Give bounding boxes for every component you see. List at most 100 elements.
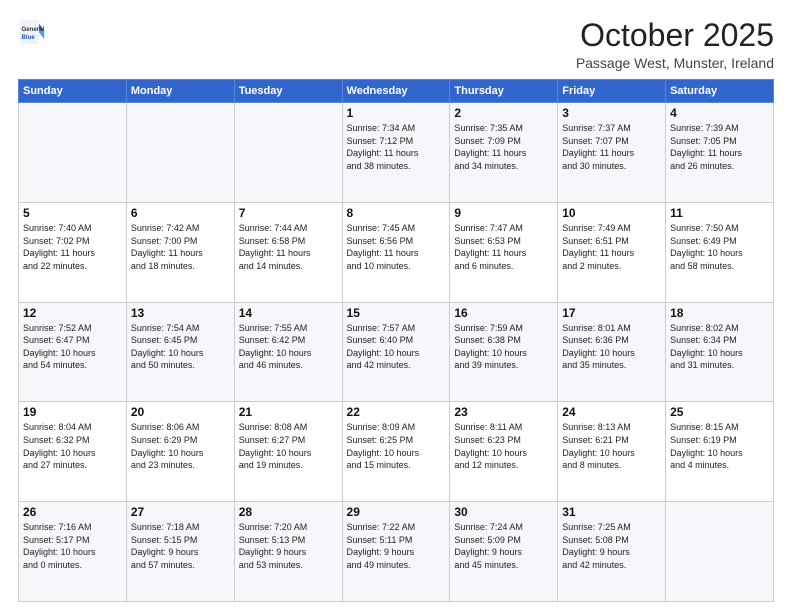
day-number: 31 [562,505,661,519]
day-number: 6 [131,206,230,220]
day-info: Sunrise: 8:04 AM Sunset: 6:32 PM Dayligh… [23,421,122,471]
day-info: Sunrise: 7:59 AM Sunset: 6:38 PM Dayligh… [454,322,553,372]
day-info: Sunrise: 7:25 AM Sunset: 5:08 PM Dayligh… [562,521,661,571]
day-number: 30 [454,505,553,519]
calendar-cell: 23Sunrise: 8:11 AM Sunset: 6:23 PM Dayli… [450,402,558,502]
day-info: Sunrise: 7:34 AM Sunset: 7:12 PM Dayligh… [347,122,446,172]
calendar-cell: 29Sunrise: 7:22 AM Sunset: 5:11 PM Dayli… [342,502,450,602]
svg-text:Blue: Blue [22,34,36,41]
calendar-cell: 20 Sunrise: 8:06 AM Sunset: 6:29 PM Dayli… [126,402,234,502]
day-number: 25 [670,405,769,419]
calendar-cell: 6 Sunrise: 7:42 AM Sunset: 7:00 PM Daylig… [126,202,234,302]
calendar-cell: 17Sunrise: 8:01 AM Sunset: 6:36 PM Dayli… [558,302,666,402]
calendar-cell: 11 Sunrise: 7:50 AM Sunset: 6:49 PM Dayli… [666,202,774,302]
col-header-thursday: Thursday [450,80,558,103]
title-block: October 2025 Passage West, Munster, Irel… [576,18,774,71]
day-number: 4 [670,106,769,120]
day-number: 21 [239,405,338,419]
day-number: 22 [347,405,446,419]
day-info: Sunrise: 8:13 AM Sunset: 6:21 PM Dayligh… [562,421,661,471]
day-info: Sunrise: 7:55 AM Sunset: 6:42 PM Dayligh… [239,322,338,372]
calendar-cell: 2Sunrise: 7:35 AM Sunset: 7:09 PM Daylig… [450,103,558,203]
calendar-cell: 27 Sunrise: 7:18 AM Sunset: 5:15 PM Dayli… [126,502,234,602]
day-info: Sunrise: 7:35 AM Sunset: 7:09 PM Dayligh… [454,122,553,172]
calendar-cell: 4Sunrise: 7:39 AM Sunset: 7:05 PM Daylig… [666,103,774,203]
col-header-sunday: Sunday [19,80,127,103]
day-number: 26 [23,505,122,519]
day-number: 5 [23,206,122,220]
location: Passage West, Munster, Ireland [576,55,774,71]
calendar-cell: 26Sunrise: 7:16 AM Sunset: 5:17 PM Dayli… [19,502,127,602]
day-info: Sunrise: 7:45 AM Sunset: 6:56 PM Dayligh… [347,222,446,272]
header: General Blue October 2025 Passage West, … [18,18,774,71]
day-number: 24 [562,405,661,419]
day-info: Sunrise: 8:06 AM Sunset: 6:29 PM Dayligh… [131,421,230,471]
day-number: 23 [454,405,553,419]
col-header-friday: Friday [558,80,666,103]
day-number: 19 [23,405,122,419]
calendar-cell [234,103,342,203]
svg-text:General: General [22,26,45,33]
day-number: 27 [131,505,230,519]
day-info: Sunrise: 8:01 AM Sunset: 6:36 PM Dayligh… [562,322,661,372]
day-info: Sunrise: 7:54 AM Sunset: 6:45 PM Dayligh… [131,322,230,372]
month-title: October 2025 [576,18,774,53]
calendar-cell: 5 Sunrise: 7:40 AM Sunset: 7:02 PM Daylig… [19,202,127,302]
day-number: 18 [670,306,769,320]
day-info: Sunrise: 7:57 AM Sunset: 6:40 PM Dayligh… [347,322,446,372]
calendar-cell: 16Sunrise: 7:59 AM Sunset: 6:38 PM Dayli… [450,302,558,402]
calendar-cell [666,502,774,602]
calendar-cell: 18 Sunrise: 8:02 AM Sunset: 6:34 PM Dayli… [666,302,774,402]
day-number: 11 [670,206,769,220]
col-header-saturday: Saturday [666,80,774,103]
day-number: 8 [347,206,446,220]
calendar-cell: 21 Sunrise: 8:08 AM Sunset: 6:27 PM Dayli… [234,402,342,502]
day-number: 20 [131,405,230,419]
calendar-header-row: SundayMondayTuesdayWednesdayThursdayFrid… [19,80,774,103]
day-info: Sunrise: 7:40 AM Sunset: 7:02 PM Dayligh… [23,222,122,272]
day-info: Sunrise: 7:50 AM Sunset: 6:49 PM Dayligh… [670,222,769,272]
calendar-week-1: 1 Sunrise: 7:34 AM Sunset: 7:12 PM Daylig… [19,103,774,203]
day-info: Sunrise: 7:22 AM Sunset: 5:11 PM Dayligh… [347,521,446,571]
calendar-week-4: 19 Sunrise: 8:04 AM Sunset: 6:32 PM Dayli… [19,402,774,502]
day-info: Sunrise: 7:18 AM Sunset: 5:15 PM Dayligh… [131,521,230,571]
calendar-page: General Blue October 2025 Passage West, … [0,0,792,612]
calendar-cell: 7Sunrise: 7:44 AM Sunset: 6:58 PM Daylig… [234,202,342,302]
calendar-cell: 9 Sunrise: 7:47 AM Sunset: 6:53 PM Daylig… [450,202,558,302]
day-info: Sunrise: 7:42 AM Sunset: 7:00 PM Dayligh… [131,222,230,272]
day-info: Sunrise: 8:02 AM Sunset: 6:34 PM Dayligh… [670,322,769,372]
calendar-cell: 31 Sunrise: 7:25 AM Sunset: 5:08 PM Dayli… [558,502,666,602]
calendar-cell: 10Sunrise: 7:49 AM Sunset: 6:51 PM Dayli… [558,202,666,302]
day-number: 13 [131,306,230,320]
calendar-cell: 14 Sunrise: 7:55 AM Sunset: 6:42 PM Dayli… [234,302,342,402]
day-info: Sunrise: 8:09 AM Sunset: 6:25 PM Dayligh… [347,421,446,471]
calendar-cell: 8 Sunrise: 7:45 AM Sunset: 6:56 PM Daylig… [342,202,450,302]
calendar-week-2: 5 Sunrise: 7:40 AM Sunset: 7:02 PM Daylig… [19,202,774,302]
calendar-cell: 12 Sunrise: 7:52 AM Sunset: 6:47 PM Dayli… [19,302,127,402]
calendar-cell: 22 Sunrise: 8:09 AM Sunset: 6:25 PM Dayli… [342,402,450,502]
day-number: 1 [347,106,446,120]
day-number: 3 [562,106,661,120]
calendar-cell: 28 Sunrise: 7:20 AM Sunset: 5:13 PM Dayli… [234,502,342,602]
col-header-monday: Monday [126,80,234,103]
calendar-cell [126,103,234,203]
calendar-cell: 1 Sunrise: 7:34 AM Sunset: 7:12 PM Daylig… [342,103,450,203]
calendar-table: SundayMondayTuesdayWednesdayThursdayFrid… [18,79,774,602]
day-info: Sunrise: 8:08 AM Sunset: 6:27 PM Dayligh… [239,421,338,471]
day-info: Sunrise: 7:20 AM Sunset: 5:13 PM Dayligh… [239,521,338,571]
col-header-wednesday: Wednesday [342,80,450,103]
day-info: Sunrise: 7:49 AM Sunset: 6:51 PM Dayligh… [562,222,661,272]
calendar-cell: 3Sunrise: 7:37 AM Sunset: 7:07 PM Daylig… [558,103,666,203]
day-number: 9 [454,206,553,220]
calendar-cell: 19 Sunrise: 8:04 AM Sunset: 6:32 PM Dayli… [19,402,127,502]
logo: General Blue [18,18,46,46]
day-info: Sunrise: 7:47 AM Sunset: 6:53 PM Dayligh… [454,222,553,272]
day-number: 12 [23,306,122,320]
day-number: 28 [239,505,338,519]
calendar-cell: 13 Sunrise: 7:54 AM Sunset: 6:45 PM Dayli… [126,302,234,402]
day-info: Sunrise: 7:52 AM Sunset: 6:47 PM Dayligh… [23,322,122,372]
day-info: Sunrise: 7:44 AM Sunset: 6:58 PM Dayligh… [239,222,338,272]
logo-icon: General Blue [18,18,46,46]
day-number: 14 [239,306,338,320]
calendar-cell: 24 Sunrise: 8:13 AM Sunset: 6:21 PM Dayli… [558,402,666,502]
